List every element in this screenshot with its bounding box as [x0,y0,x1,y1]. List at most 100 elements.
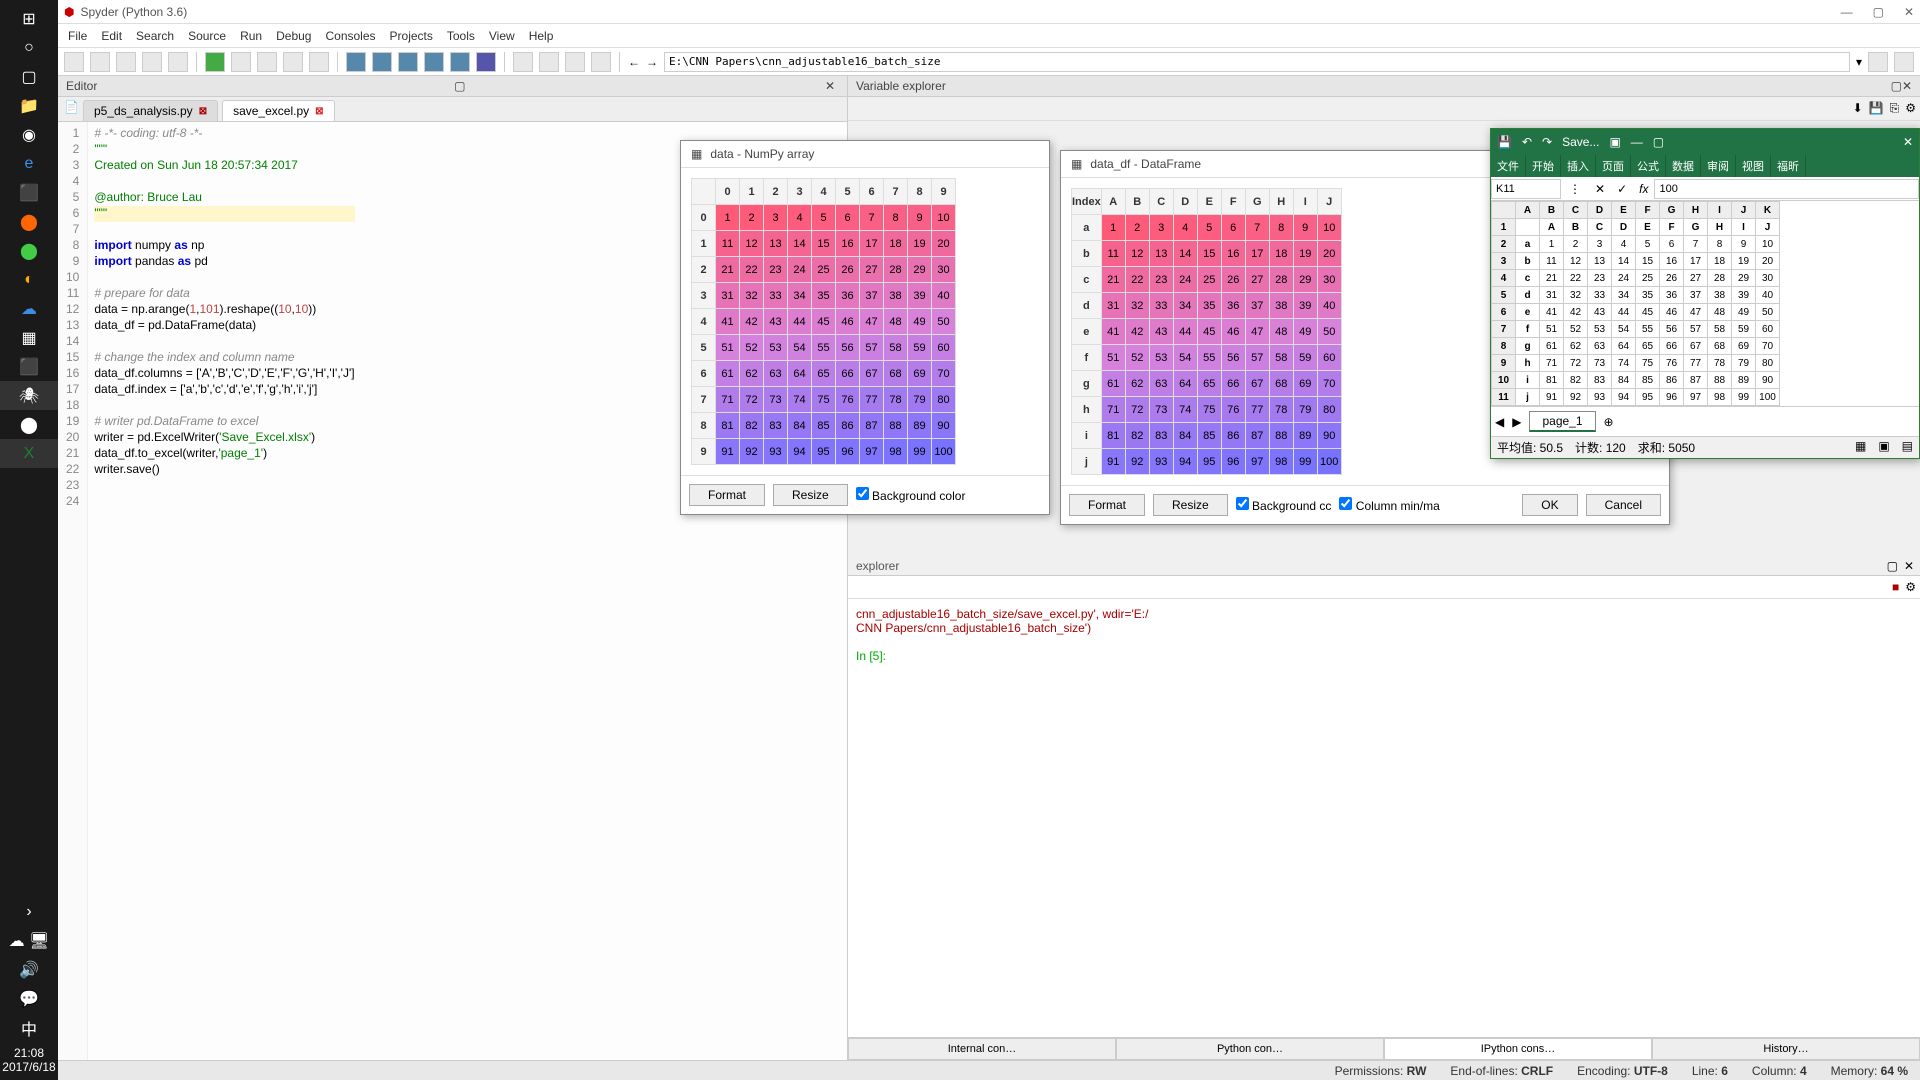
tab-p5[interactable]: p5_ds_analysis.py⊠ [83,100,218,121]
explorer-icon[interactable]: 📁 [0,91,58,120]
view-break-icon[interactable]: ▤ [1902,439,1913,456]
cancel-button[interactable]: Cancel [1586,494,1661,516]
sheet-tab[interactable]: page_1 [1529,411,1595,432]
ribbon-display-icon[interactable]: ▣ [1609,135,1620,149]
varexp-undock-icon[interactable]: ▢ [1891,79,1902,93]
view-layout-icon[interactable]: ▣ [1878,439,1889,456]
debug-cont-icon[interactable] [450,52,470,72]
add-sheet-icon[interactable]: ⊕ [1604,415,1614,429]
menu-consoles[interactable]: Consoles [325,29,375,43]
ribbon-tab[interactable]: 审阅 [1701,155,1736,177]
start-icon[interactable]: ⊞ [0,4,58,33]
menu-projects[interactable]: Projects [390,29,433,43]
varexp-undock2-icon[interactable]: ▢ [1887,559,1898,573]
chevron-right-icon[interactable]: › [0,897,58,926]
debug-out-icon[interactable] [424,52,444,72]
minimize-icon[interactable]: — [1841,5,1853,19]
minmax-checkbox[interactable]: Column min/ma [1339,497,1439,513]
volume-icon[interactable]: 🔊 [0,955,58,984]
varexp-close-icon[interactable]: ✕ [1902,79,1912,93]
tray-icon[interactable]: ☁ 🖥 [0,926,58,955]
bgcolor-checkbox[interactable]: Background color [856,487,966,503]
run-cell2-icon[interactable] [257,52,277,72]
settings-icon[interactable] [168,52,188,72]
debug-over-icon[interactable] [398,52,418,72]
menu-source[interactable]: Source [188,29,226,43]
cancel-fx-icon[interactable]: ✕ [1589,182,1611,196]
app5-icon[interactable]: ⬛ [0,352,58,381]
clock[interactable]: 21:08 2017/6/18 [0,1042,58,1080]
run-cell-icon[interactable] [231,52,251,72]
path-dropdown-icon[interactable]: ▾ [1856,55,1862,69]
app4-icon[interactable]: ▦ [0,323,58,352]
console-tab[interactable]: Internal con… [848,1038,1116,1060]
excel-close-icon[interactable]: ✕ [1903,135,1913,149]
format-button[interactable]: Format [1069,494,1145,516]
app6-icon[interactable]: ⬤ [0,410,58,439]
rerun-icon[interactable] [283,52,303,72]
debug-step-icon[interactable] [372,52,392,72]
working-dir-input[interactable] [664,52,1850,72]
ribbon-tab[interactable]: 公式 [1631,155,1666,177]
ribbon-tab[interactable]: 视图 [1736,155,1771,177]
app-icon[interactable]: ⬛ [0,178,58,207]
debug-stop-icon[interactable] [476,52,496,72]
pythonpath-icon[interactable] [591,52,611,72]
options-icon[interactable]: ⚙ [1905,101,1916,116]
onedrive-icon[interactable]: ☁ [0,294,58,323]
menu-debug[interactable]: Debug [276,29,311,43]
save-icon[interactable]: 💾 [1497,135,1512,149]
console-opts-icon[interactable]: ⚙ [1905,580,1916,594]
ime-icon[interactable]: 中 [0,1013,58,1042]
fx-icon[interactable]: fx [1633,182,1654,196]
excel-grid[interactable]: ABCDEFGHIJK1ABCDEFGHIJ2a123456789103b111… [1491,201,1780,406]
menu-edit[interactable]: Edit [101,29,122,43]
varexp-close2-icon[interactable]: ✕ [1904,559,1914,573]
spyder-icon[interactable]: 🕷 [0,381,58,410]
console-tab[interactable]: IPython cons… [1384,1038,1652,1060]
ok-button[interactable]: OK [1522,494,1577,516]
menu-run[interactable]: Run [240,29,262,43]
saveall-icon[interactable]: ⎘ [1890,101,1900,116]
prefs-icon[interactable] [565,52,585,72]
dataframe-table[interactable]: IndexABCDEFGHIJa12345678910b111213141516… [1071,188,1342,475]
ribbon-tab[interactable]: 福昕 [1771,155,1806,177]
taskview-icon[interactable]: ▢ [0,62,58,91]
close-tab-icon[interactable]: ⊠ [199,106,207,117]
pane-undock-icon[interactable]: ▢ [454,79,468,93]
back-icon[interactable]: ← [628,55,640,69]
format-button[interactable]: Format [689,484,765,506]
close-icon[interactable]: ✕ [1904,5,1914,19]
ribbon-tab[interactable]: 开始 [1526,155,1561,177]
maximize-pane-icon[interactable] [513,52,533,72]
cortana-icon[interactable]: ○ [0,33,58,62]
open-file-icon[interactable] [90,52,110,72]
resize-button[interactable]: Resize [1153,494,1228,516]
console-body[interactable]: cnn_adjustable16_batch_size/save_excel.p… [848,599,1920,1037]
fullscreen-icon[interactable] [539,52,559,72]
maximize-icon[interactable]: ▢ [1873,5,1884,19]
chrome-icon[interactable]: ◉ [0,120,58,149]
console-tab[interactable]: History… [1652,1038,1920,1060]
ribbon-tab[interactable]: 插入 [1561,155,1596,177]
saveall-icon[interactable] [142,52,162,72]
stop-icon[interactable]: ■ [1892,580,1899,594]
next-sheet-icon[interactable]: ▶ [1512,415,1521,429]
new-file-icon[interactable] [64,52,84,72]
resize-button[interactable]: Resize [773,484,848,506]
prev-sheet-icon[interactable]: ◀ [1495,415,1504,429]
menu-search[interactable]: Search [136,29,174,43]
excel-min-icon[interactable]: — [1631,135,1643,149]
console-tab[interactable]: Python con… [1116,1038,1384,1060]
app2-icon[interactable]: ⬤ [0,207,58,236]
tab-save-excel[interactable]: save_excel.py⊠ [222,100,334,121]
enter-fx-icon[interactable]: ✓ [1611,182,1633,196]
name-box[interactable] [1491,179,1561,199]
wechat-icon[interactable]: ⬤ [0,236,58,265]
menu-tools[interactable]: Tools [447,29,475,43]
ribbon-tab[interactable]: 数据 [1666,155,1701,177]
parent-dir-icon[interactable] [1894,52,1914,72]
close-tab-icon[interactable]: ⊠ [315,106,323,117]
view-normal-icon[interactable]: ▦ [1855,439,1866,456]
menu-view[interactable]: View [489,29,515,43]
